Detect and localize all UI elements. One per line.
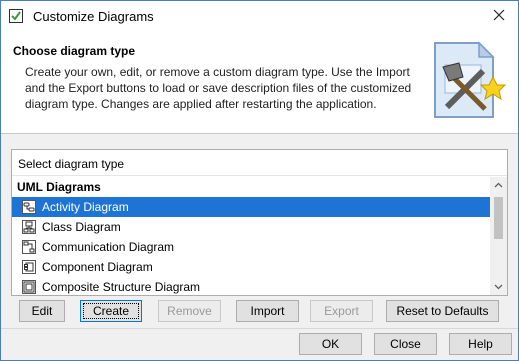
- customize-diagrams-dialog: Customize Diagrams Choose diagram type C…: [0, 0, 519, 361]
- class-diagram-icon: [22, 220, 36, 234]
- app-icon: [9, 9, 23, 23]
- list-group-uml: UML Diagrams: [17, 180, 101, 194]
- list-item-class-diagram[interactable]: Class Diagram: [12, 217, 490, 237]
- remove-button[interactable]: Remove: [158, 300, 221, 322]
- footer-separator: [1, 328, 518, 329]
- scrollbar-thumb[interactable]: [494, 197, 503, 239]
- list-item-label: Class Diagram: [42, 220, 121, 234]
- reset-to-defaults-button[interactable]: Reset to Defaults: [386, 300, 499, 322]
- window-title: Customize Diagrams: [33, 9, 154, 24]
- customize-diagram-wizard-icon: [434, 41, 507, 118]
- diagram-type-list[interactable]: UML Diagrams Activity Diagram Class Diag…: [12, 177, 490, 295]
- import-button[interactable]: Import: [236, 300, 299, 322]
- dialog-header: Choose diagram type Create your own, edi…: [1, 31, 518, 134]
- export-button[interactable]: Export: [310, 300, 373, 322]
- diagram-type-panel: Select diagram type UML Diagrams Activit…: [11, 149, 508, 296]
- list-scrollbar[interactable]: [490, 177, 507, 295]
- list-item-component-diagram[interactable]: Component Diagram: [12, 257, 490, 277]
- header-description: Create your own, edit, or remove a custo…: [25, 65, 412, 111]
- composite-structure-diagram-icon: [22, 280, 36, 294]
- close-button[interactable]: Close: [374, 333, 437, 355]
- create-button[interactable]: Create: [80, 300, 142, 322]
- component-diagram-icon: [22, 260, 36, 274]
- list-item-composite-structure-diagram[interactable]: Composite Structure Diagram: [12, 277, 490, 295]
- activity-diagram-icon: [22, 200, 36, 214]
- title-bar: Customize Diagrams: [1, 1, 518, 31]
- list-item-label: Composite Structure Diagram: [42, 280, 201, 294]
- scroll-up-icon[interactable]: [490, 177, 507, 194]
- list-item-activity-diagram[interactable]: Activity Diagram: [12, 197, 490, 217]
- edit-button[interactable]: Edit: [19, 300, 65, 322]
- list-item-communication-diagram[interactable]: Communication Diagram: [12, 237, 490, 257]
- scroll-down-icon[interactable]: [490, 278, 507, 295]
- list-item-label: Component Diagram: [42, 260, 153, 274]
- communication-diagram-icon: [22, 240, 36, 254]
- ok-button[interactable]: OK: [299, 333, 362, 355]
- help-button[interactable]: Help: [449, 333, 512, 355]
- close-window-icon[interactable]: [490, 6, 508, 24]
- header-title: Choose diagram type: [13, 44, 136, 58]
- list-item-label: Communication Diagram: [42, 240, 175, 254]
- list-header: Select diagram type: [12, 150, 507, 176]
- list-item-label: Activity Diagram: [42, 200, 129, 214]
